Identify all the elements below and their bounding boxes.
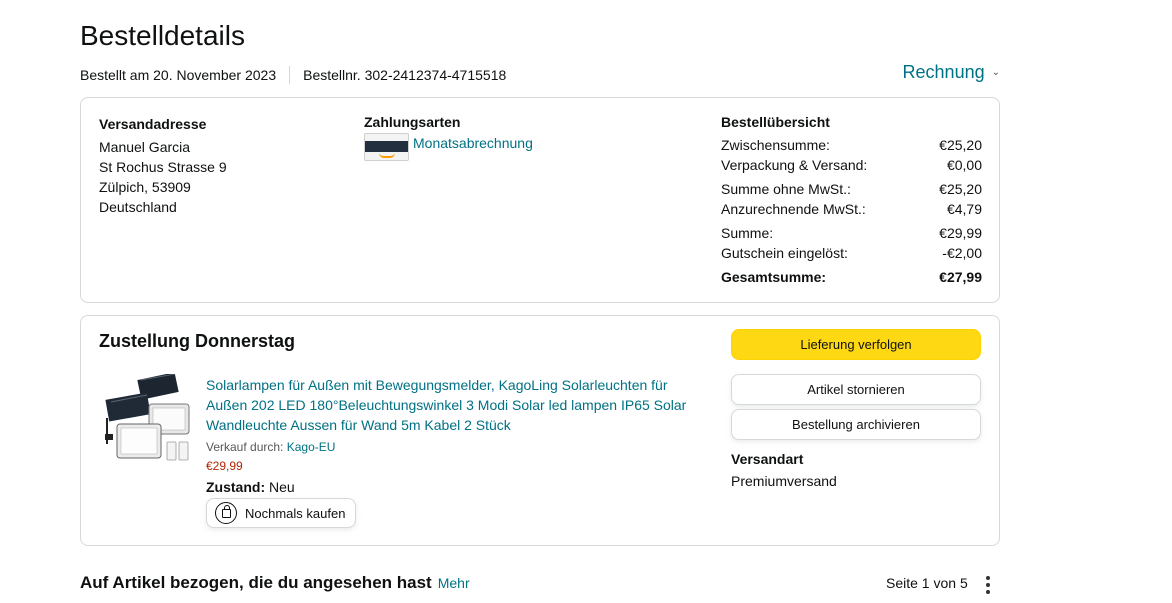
invoice-label: Rechnung	[902, 62, 985, 82]
summary-label: Gutschein eingelöst:	[721, 245, 848, 261]
payment-heading: Zahlungsarten	[364, 114, 461, 130]
more-link[interactable]: Mehr	[438, 575, 470, 591]
address-country: Deutschland	[99, 199, 177, 215]
track-package-button[interactable]: Lieferung verfolgen	[731, 329, 981, 360]
summary-total-value: €27,99	[939, 269, 982, 285]
summary-value: €29,99	[939, 225, 982, 241]
summary-row: Zwischensumme: €25,20	[721, 135, 982, 155]
sold-by: Verkauf durch: Kago-EU	[206, 440, 706, 455]
summary-row: Verpackung & Versand: €0,00	[721, 155, 982, 175]
summary-label: Zwischensumme:	[721, 137, 830, 153]
condition-label: Zustand:	[206, 479, 266, 495]
shipping-address-heading: Versandadresse	[99, 116, 207, 132]
payment-methods: Zahlungsarten Monatsabrechnung	[364, 114, 533, 161]
shipping-type-value: Premiumversand	[731, 473, 837, 489]
summary-total-row: Gesamtsumme: €27,99	[721, 267, 982, 287]
summary-label: Verpackung & Versand:	[721, 157, 868, 173]
address-city: Zülpich, 53909	[99, 179, 191, 195]
payment-method-link[interactable]: Monatsabrechnung	[413, 133, 533, 153]
condition-value: Neu	[269, 479, 295, 495]
order-meta: Bestellt am 20. November 2023 Bestellnr.…	[80, 66, 506, 84]
summary-value: €0,00	[946, 157, 982, 173]
summary-label: Summe ohne MwSt.:	[721, 181, 851, 197]
chevron-down-icon: ⌄	[991, 67, 1000, 78]
summary-value: -€2,00	[942, 245, 982, 261]
order-actions: Lieferung verfolgen Artikel stornieren B…	[731, 329, 982, 489]
seller-link[interactable]: Kago-EU	[287, 440, 336, 454]
summary-label: Summe:	[721, 225, 774, 241]
product-price: €29,99	[206, 459, 243, 473]
order-summary-card: Versandadresse Manuel Garcia St Rochus S…	[80, 97, 1000, 303]
delivery-card: Zustellung Donnerstag Solarlampen für Au…	[80, 315, 1000, 546]
order-date: Bestellt am 20. November 2023	[80, 67, 277, 83]
archive-order-button[interactable]: Bestellung archivieren	[731, 409, 981, 440]
delivery-heading: Zustellung Donnerstag	[99, 331, 296, 351]
order-overview-heading: Bestellübersicht	[721, 114, 830, 130]
shipping-type-heading: Versandart	[731, 451, 804, 467]
address-street: St Rochus Strasse 9	[99, 159, 227, 175]
summary-row: Summe ohne MwSt.: €25,20	[721, 179, 982, 199]
address-name: Manuel Garcia	[99, 139, 191, 155]
buy-again-label: Nochmals kaufen	[245, 505, 346, 521]
cancel-items-button[interactable]: Artikel stornieren	[731, 374, 981, 405]
product-title-link[interactable]: Solarlampen für Außen mit Bewegungsmelde…	[206, 375, 706, 435]
page-title: Bestelldetails	[80, 20, 245, 51]
buy-again-button[interactable]: Nochmals kaufen	[206, 498, 357, 528]
pagination-label: Seite 1 von 5	[886, 575, 968, 591]
summary-row: Summe: €29,99	[721, 223, 982, 243]
shipping-address: Versandadresse Manuel Garcia St Rochus S…	[99, 114, 227, 217]
summary-row: Gutschein eingelöst: -€2,00	[721, 243, 982, 263]
order-number: Bestellnr. 302-2412374-4715518	[303, 67, 507, 83]
more-options-icon[interactable]	[982, 576, 994, 594]
summary-total-label: Gesamtsumme:	[721, 269, 827, 285]
amazon-card-icon	[364, 133, 409, 161]
related-items-heading: Auf Artikel bezogen, die du angesehen ha…	[80, 573, 470, 593]
summary-row: Anzurechnende MwSt.: €4,79	[721, 199, 982, 219]
sold-by-label: Verkauf durch:	[206, 440, 284, 454]
summary-value: €25,20	[939, 137, 982, 153]
order-overview: Bestellübersicht Zwischensumme: €25,20 V…	[721, 114, 982, 287]
product-condition: Zustand: Neu	[206, 478, 706, 496]
summary-value: €25,20	[939, 181, 982, 197]
related-heading-text: Auf Artikel bezogen, die du angesehen ha…	[80, 573, 432, 592]
product-image[interactable]	[103, 374, 195, 470]
summary-label: Anzurechnende MwSt.:	[721, 201, 866, 217]
divider	[289, 66, 291, 84]
product-info: Solarlampen für Außen mit Bewegungsmelde…	[206, 375, 706, 528]
rebuy-icon	[215, 502, 237, 524]
invoice-dropdown[interactable]: Rechnung ⌄	[903, 62, 1000, 83]
summary-value: €4,79	[946, 201, 982, 217]
